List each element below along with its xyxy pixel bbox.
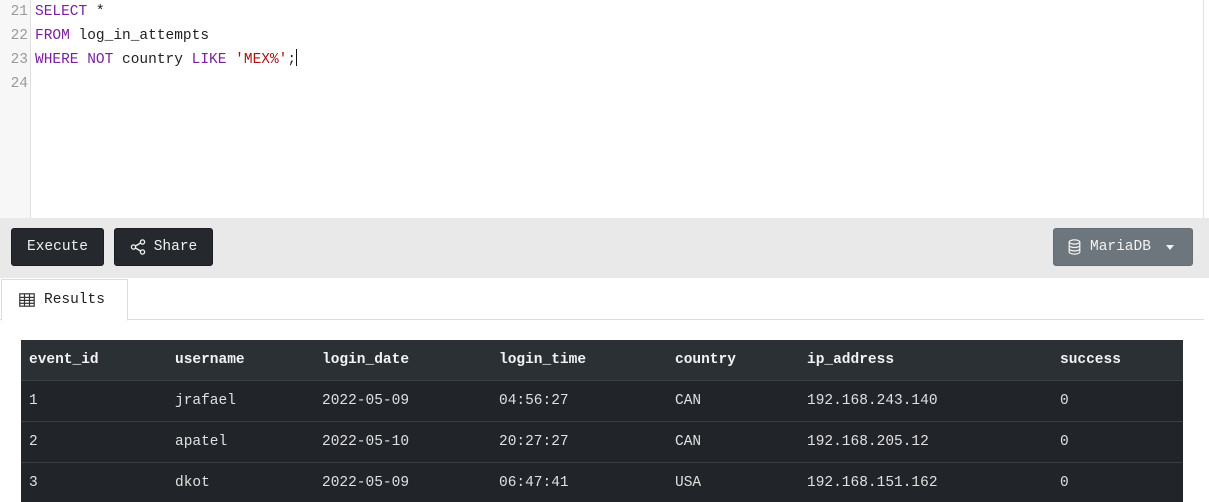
line-number: 21 xyxy=(10,4,28,20)
table-row: 2 apatel 2022-05-10 20:27:27 CAN 192.168.205.… xyxy=(21,420,1183,462)
share-label: Share xyxy=(153,239,198,255)
line-number: 23 xyxy=(10,52,28,68)
text-cursor xyxy=(296,49,298,66)
sql-keyword: LIKE xyxy=(191,52,227,68)
sql-keyword: SELECT xyxy=(35,4,88,20)
table-cell: 1 xyxy=(21,379,167,421)
table-cell: CAN xyxy=(667,379,799,421)
database-icon xyxy=(1068,239,1081,255)
code-text[interactable]: WHERE NOT country LIKE 'MEX%'; xyxy=(35,48,298,72)
sql-keyword: NOT xyxy=(87,52,114,68)
table-cell: CAN xyxy=(667,420,799,462)
tab-results[interactable]: Results xyxy=(1,279,128,321)
table-header-row: event_id username login_date login_time coun… xyxy=(21,340,1183,380)
line-number: 24 xyxy=(10,76,28,92)
results-table-container: event_id username login_date login_time coun… xyxy=(21,340,1183,502)
column-header-ip-address: ip_address xyxy=(799,340,1052,380)
sql-editor[interactable]: 21 SELECT * 22 FROM log_in_attempts 23 WHERE … xyxy=(0,0,1204,218)
sql-string: 'MEX%' xyxy=(235,52,288,68)
table-cell: 20:27:27 xyxy=(491,420,667,462)
sql-keyword: FROM xyxy=(35,28,70,44)
code-text[interactable]: FROM log_in_attempts xyxy=(35,24,209,48)
table-cell: jrafael xyxy=(167,379,314,421)
column-header-login-time: login_time xyxy=(491,340,667,380)
share-button[interactable]: Share xyxy=(114,228,213,266)
line-number: 22 xyxy=(10,28,28,44)
table-cell: 192.168.205.12 xyxy=(799,420,1052,462)
column-header-login-date: login_date xyxy=(314,340,491,380)
table-cell: 3 xyxy=(21,461,167,502)
chevron-down-icon xyxy=(1165,244,1174,250)
table-cell: 06:47:41 xyxy=(491,461,667,502)
sql-text: country xyxy=(113,52,192,68)
tab-results-label: Results xyxy=(44,292,105,308)
database-label: MariaDB xyxy=(1090,239,1151,255)
execute-label: Execute xyxy=(27,239,88,255)
database-select[interactable]: MariaDB xyxy=(1053,228,1193,266)
results-table: event_id username login_date login_time coun… xyxy=(21,340,1183,502)
column-header-username: username xyxy=(167,340,314,380)
table-cell: 192.168.243.140 xyxy=(799,379,1052,421)
column-header-event-id: event_id xyxy=(21,340,167,380)
table-cell: 0 xyxy=(1052,379,1183,421)
table-row: 1 jrafael 2022-05-09 04:56:27 CAN 192.168.243… xyxy=(21,379,1183,421)
table-cell: dkot xyxy=(167,461,314,502)
table-cell: 0 xyxy=(1052,420,1183,462)
sql-text: * xyxy=(87,4,105,20)
table-cell: 2022-05-09 xyxy=(314,461,491,502)
toolbar: Execute Share MariaDB xyxy=(0,218,1209,278)
sql-text: log_in_attempts xyxy=(69,28,210,44)
sql-keyword: WHERE xyxy=(35,52,79,68)
table-cell: 192.168.151.162 xyxy=(799,461,1052,502)
sql-text: ; xyxy=(287,52,297,68)
table-cell: 2 xyxy=(21,420,167,462)
share-icon xyxy=(130,239,146,255)
table-cell: 2022-05-09 xyxy=(314,379,491,421)
code-text[interactable]: SELECT * xyxy=(35,0,105,24)
table-icon xyxy=(19,293,35,307)
table-cell: USA xyxy=(667,461,799,502)
results-tabs: Results xyxy=(0,278,1204,321)
table-cell: apatel xyxy=(167,420,314,462)
table-cell: 0 xyxy=(1052,461,1183,502)
execute-button[interactable]: Execute xyxy=(11,228,104,266)
table-cell: 2022-05-10 xyxy=(314,420,491,462)
table-cell: 04:56:27 xyxy=(491,379,667,421)
column-header-country: country xyxy=(667,340,799,380)
table-row: 3 dkot 2022-05-09 06:47:41 USA 192.168.151.16… xyxy=(21,461,1183,502)
column-header-success: success xyxy=(1052,340,1183,380)
